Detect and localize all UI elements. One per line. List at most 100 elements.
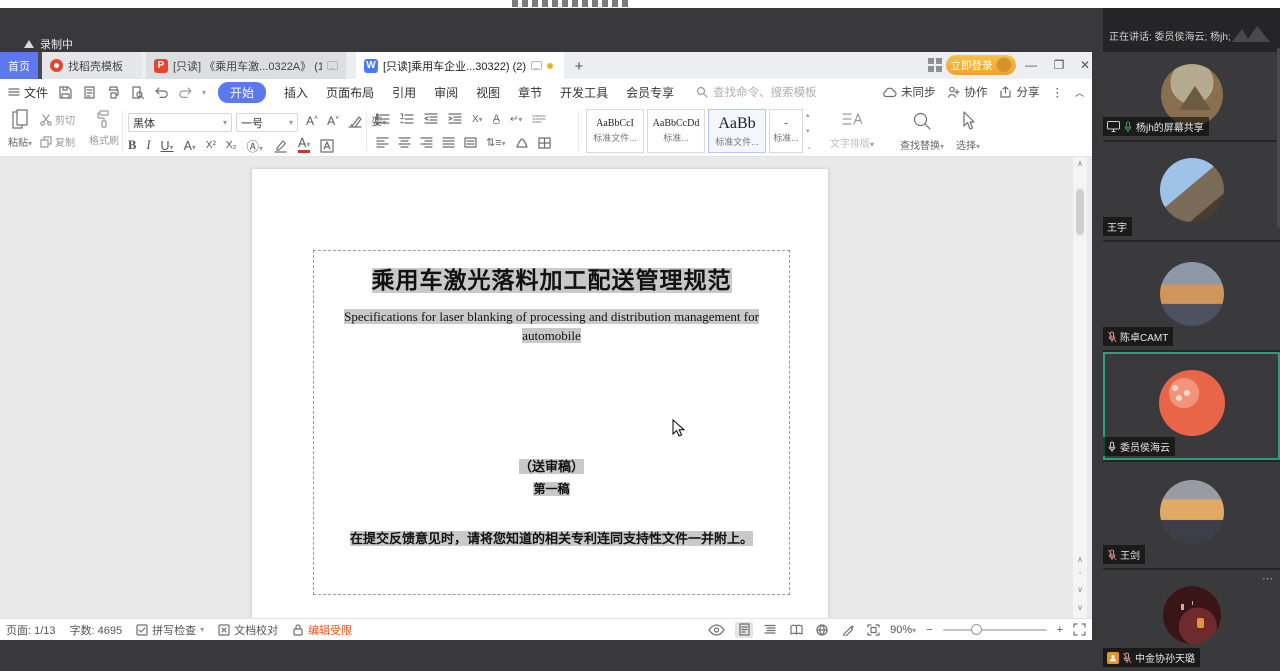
find-replace-button[interactable]: 查找替换▾	[900, 111, 944, 152]
apps-grid-icon[interactable]	[928, 58, 942, 72]
style-card[interactable]: AaBbCcDd 标准...	[647, 109, 705, 153]
ribbon-tab-page-layout[interactable]: 页面布局	[326, 84, 374, 101]
participant-tile[interactable]: 陈卓CAMT	[1103, 242, 1280, 350]
zoom-in-button[interactable]: +	[1057, 624, 1063, 636]
next-page-icon[interactable]: ∨	[1073, 585, 1087, 594]
export-icon[interactable]	[82, 85, 97, 100]
align-center-icon[interactable]	[398, 137, 411, 148]
increase-indent-icon[interactable]	[448, 113, 462, 125]
undo-icon[interactable]	[154, 86, 169, 99]
ribbon-tab-section[interactable]: 章节	[518, 84, 542, 101]
vertical-scrollbar[interactable]: ∧ ∧ ◦ ∨ ∨	[1073, 157, 1087, 618]
scrollbar-thumb[interactable]	[1076, 189, 1084, 235]
format-painter-button[interactable]: 格式刷	[86, 109, 122, 147]
ribbon-tab-insert[interactable]: 插入	[284, 84, 308, 101]
zoom-slider-knob[interactable]	[971, 624, 982, 635]
zoom-level[interactable]: 90%▾	[890, 624, 916, 636]
new-tab-button[interactable]: +	[568, 55, 590, 77]
participant-tile[interactable]: 王宇	[1103, 142, 1280, 240]
justify-icon[interactable]	[442, 137, 455, 148]
cut-button[interactable]: 剪切	[40, 112, 75, 127]
collapse-ribbon-icon[interactable]: ︿	[1075, 86, 1084, 99]
edit-restricted-indicator[interactable]: 编辑受限	[292, 622, 352, 638]
decrease-indent-icon[interactable]	[424, 113, 438, 125]
zoom-slider[interactable]	[943, 629, 1047, 631]
word-count[interactable]: 字数: 4695	[70, 622, 123, 638]
restore-button[interactable]: ❐	[1050, 56, 1068, 74]
sync-status-button[interactable]: 未同步	[882, 84, 936, 100]
fullscreen-icon[interactable]	[1073, 623, 1086, 636]
redo-icon[interactable]	[178, 86, 193, 99]
file-menu-button[interactable]: 文件	[0, 84, 58, 101]
read-view-button[interactable]	[787, 622, 805, 638]
font-name-select[interactable]: 黑体▾	[128, 113, 232, 132]
ribbon-tab-dev-tools[interactable]: 开发工具	[560, 84, 608, 101]
italic-button[interactable]: I	[146, 138, 150, 153]
command-search[interactable]: 查找命令、搜索模板	[696, 84, 817, 100]
login-button[interactable]: 立即登录	[946, 55, 1016, 75]
scroll-down-icon[interactable]: ∨	[1073, 603, 1087, 612]
print-preview-icon[interactable]	[130, 85, 145, 100]
tab-docer-templates[interactable]: 找稻壳模板	[42, 52, 142, 79]
ribbon-tab-member[interactable]: 会员专享	[626, 84, 674, 101]
tab-writer-active[interactable]: W [只读]乘用车企业...30322) (2)	[356, 52, 564, 79]
asian-layout-button[interactable]: X▾	[472, 114, 483, 125]
fit-page-icon[interactable]	[867, 624, 880, 636]
subscript-button[interactable]: X₂	[226, 140, 237, 151]
eye-protect-icon[interactable]	[708, 624, 725, 636]
bold-button[interactable]: B	[128, 138, 136, 153]
quick-access-dropdown-icon[interactable]: ▾	[202, 88, 206, 97]
style-card-selected[interactable]: AaBb 标准文件...	[708, 109, 766, 153]
document-canvas[interactable]: 乘用车激光落料加工配送管理规范 Specifications for laser…	[0, 157, 1092, 618]
minimize-button[interactable]: —	[1022, 56, 1040, 74]
paste-button[interactable]: 粘贴▾	[4, 109, 36, 149]
formatting-marks-icon[interactable]	[532, 114, 546, 125]
collaborate-button[interactable]: 协作	[947, 84, 987, 100]
page-view-button[interactable]	[735, 622, 753, 638]
ink-edit-button[interactable]	[839, 622, 857, 638]
participant-tile[interactable]: 王剑	[1103, 462, 1280, 568]
ribbon-tab-home[interactable]: 开始	[218, 82, 266, 103]
wrap-button[interactable]: ↵▾	[510, 114, 522, 125]
spell-check-button[interactable]: 拼写检查▾	[136, 622, 204, 638]
save-icon[interactable]	[58, 85, 73, 100]
tile-more-icon[interactable]: ⋯	[1262, 572, 1274, 585]
text-frame[interactable]: 乘用车激光落料加工配送管理规范 Specifications for laser…	[313, 250, 790, 595]
participant-tile-active-speaker[interactable]: 委员侯海云	[1103, 352, 1280, 460]
highlight-color-icon[interactable]	[273, 139, 288, 153]
ribbon-tab-references[interactable]: 引用	[392, 84, 416, 101]
clear-format-icon[interactable]	[348, 115, 362, 128]
increase-font-button[interactable]: A˄	[306, 114, 318, 128]
styles-scroll-arrows[interactable]: ▴▾⌄	[806, 109, 812, 153]
char-border-icon[interactable]	[320, 139, 334, 153]
ribbon-tab-review[interactable]: 审阅	[434, 84, 458, 101]
outline-view-button[interactable]	[761, 622, 779, 638]
shading-icon[interactable]	[515, 137, 529, 149]
tab-presentation-readonly[interactable]: P [只读] 《乘用车激...0322A》 (1)	[146, 52, 346, 79]
more-menu-icon[interactable]: ⋮	[1051, 85, 1063, 99]
decrease-font-button[interactable]: A˅	[327, 114, 339, 128]
document-page[interactable]: 乘用车激光落料加工配送管理规范 Specifications for laser…	[252, 169, 828, 618]
web-view-button[interactable]	[813, 622, 831, 638]
home-tab[interactable]: 首页	[0, 52, 38, 79]
borders-icon[interactable]	[538, 137, 551, 149]
distribute-icon[interactable]	[464, 137, 477, 148]
close-button[interactable]: ✕	[1076, 56, 1094, 74]
select-browse-icon[interactable]: ◦	[1073, 570, 1087, 577]
font-size-select[interactable]: 一号▾	[236, 113, 298, 132]
font-color-button[interactable]: A▾	[298, 138, 310, 153]
text-effects-button[interactable]: A▾	[184, 139, 196, 153]
style-card[interactable]: - 标准...	[769, 109, 803, 153]
print-icon[interactable]	[106, 85, 121, 100]
scroll-up-icon[interactable]: ∧	[1073, 159, 1087, 168]
text-layout-button[interactable]: 文字排版▾	[830, 111, 874, 150]
participant-tile[interactable]: ⋯ 中金协孙天璐	[1103, 570, 1280, 671]
line-spacing-button[interactable]: ⇅≡▾	[486, 136, 506, 149]
participant-tile[interactable]: 杨jh的屏幕共享	[1103, 52, 1280, 140]
ribbon-tab-view[interactable]: 视图	[476, 84, 500, 101]
prev-page-icon[interactable]: ∧	[1073, 555, 1087, 564]
underline-button[interactable]: U▾	[161, 139, 174, 153]
align-right-icon[interactable]	[420, 137, 433, 148]
proofread-button[interactable]: 文档校对	[218, 622, 278, 638]
style-card[interactable]: AaBbCcI 标准文件...	[586, 109, 644, 153]
